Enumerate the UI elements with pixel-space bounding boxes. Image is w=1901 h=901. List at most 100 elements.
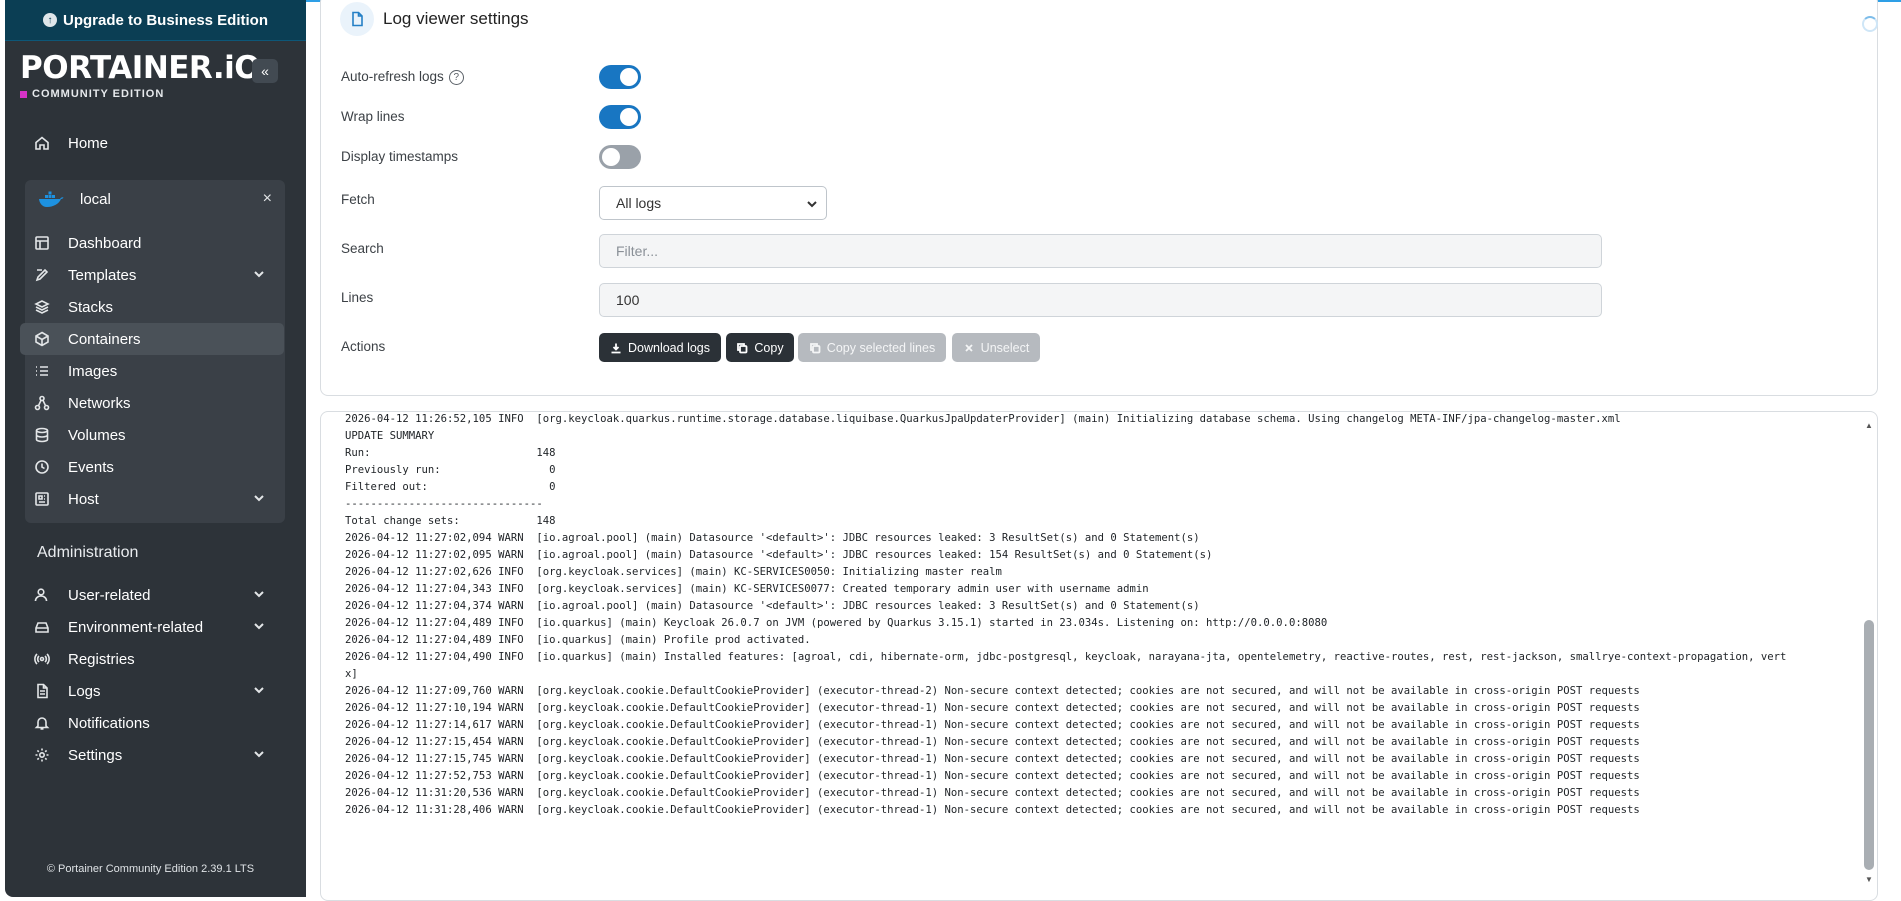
arrow-up-circle-icon: ↑	[42, 13, 57, 27]
sidebar-item-notifications[interactable]: Notifications	[20, 707, 284, 739]
wrap-lines-label: Wrap lines	[341, 109, 405, 124]
sidebar-item-label: Containers	[68, 330, 141, 348]
upgrade-label: Upgrade to Business Edition	[62, 11, 269, 29]
unselect-label: Unselect	[980, 340, 1030, 355]
lines-input[interactable]: 100	[599, 283, 1602, 317]
close-environment-icon[interactable]: ×	[263, 190, 272, 208]
log-line[interactable]: 2026-04-12 11:27:15,454 WARN [org.keyclo…	[345, 734, 1830, 751]
logs-icon	[33, 682, 51, 700]
scroll-down-icon[interactable]: ▼	[1864, 875, 1874, 885]
stacks-icon	[33, 298, 51, 316]
sidebar-item-images[interactable]: Images	[20, 355, 284, 387]
log-line[interactable]: x]	[345, 666, 1830, 683]
log-settings-card	[320, 0, 1878, 396]
log-line[interactable]: 2026-04-12 11:27:15,745 WARN [org.keyclo…	[345, 751, 1830, 768]
log-line[interactable]: 2026-04-12 11:31:20,536 WARN [org.keyclo…	[345, 785, 1830, 802]
file-icon	[340, 2, 374, 36]
sidebar-item-label: Environment-related	[68, 618, 204, 636]
lines-label: Lines	[341, 290, 374, 305]
sidebar-item-host[interactable]: Host	[20, 483, 284, 515]
portainer-logo[interactable]: PORTAINER.iO COMMUNITY EDITION	[20, 50, 261, 100]
containers-icon	[33, 330, 51, 348]
host-icon	[33, 490, 51, 508]
log-line[interactable]: 2026-04-12 11:27:02,095 WARN [io.agroal.…	[345, 547, 1830, 564]
bell-icon	[33, 714, 51, 732]
sidebar-item-logs[interactable]: Logs	[20, 675, 284, 707]
sidebar-item-home[interactable]: Home	[20, 127, 284, 159]
scroll-up-icon[interactable]: ▲	[1864, 421, 1874, 431]
chevron-down-icon	[806, 197, 818, 209]
chevron-down-icon	[252, 491, 266, 505]
auto-refresh-label: Auto-refresh logs?	[341, 69, 464, 85]
fetch-selected-value: All logs	[616, 195, 662, 211]
sidebar-item-settings[interactable]: Settings	[20, 739, 284, 771]
log-line[interactable]: 2026-04-12 11:26:52,105 INFO [org.keyclo…	[345, 411, 1830, 428]
sidebar-item-registries[interactable]: Registries	[20, 643, 284, 675]
log-line[interactable]: 2026-04-12 11:27:09,760 WARN [org.keyclo…	[345, 683, 1830, 700]
close-icon	[965, 343, 973, 352]
toggle-knob	[620, 108, 638, 126]
sidebar-item-label: Images	[68, 362, 118, 380]
log-line[interactable]: 2026-04-12 11:27:52,753 WARN [org.keyclo…	[345, 768, 1830, 785]
unselect-button[interactable]: Unselect	[952, 333, 1040, 362]
copy-button[interactable]: Copy	[726, 333, 794, 362]
log-line[interactable]: Run: 148	[345, 445, 1830, 462]
sidebar-item-stacks[interactable]: Stacks	[20, 291, 284, 323]
sidebar-item-label: Home	[68, 134, 109, 152]
auto-refresh-toggle[interactable]	[599, 65, 641, 89]
sidebar-item-label: User-related	[68, 586, 151, 604]
log-line[interactable]: 2026-04-12 11:31:28,406 WARN [org.keyclo…	[345, 802, 1830, 819]
search-input[interactable]: Filter...	[599, 234, 1602, 268]
log-line[interactable]: 2026-04-12 11:27:02,626 INFO [org.keyclo…	[345, 564, 1830, 581]
environment-icon	[33, 618, 51, 636]
copy-selected-lines-button[interactable]: Copy selected lines	[798, 333, 946, 362]
sidebar-item-containers[interactable]: Containers	[20, 323, 284, 355]
download-icon	[611, 343, 621, 353]
log-lines[interactable]: 2026-04-12 11:26:52,105 INFO [org.keyclo…	[345, 411, 1830, 831]
loading-spinner-icon	[1862, 16, 1878, 32]
wrap-lines-toggle[interactable]	[599, 105, 641, 129]
log-line[interactable]: 2026-04-12 11:27:04,343 INFO [org.keyclo…	[345, 581, 1830, 598]
log-line[interactable]: 2026-04-12 11:27:02,094 WARN [io.agroal.…	[345, 530, 1830, 547]
download-logs-button[interactable]: Download logs	[599, 333, 721, 362]
registries-icon	[33, 650, 51, 668]
sidebar-item-templates[interactable]: Templates	[20, 259, 284, 291]
environment-header[interactable]: local ×	[25, 180, 285, 218]
log-line[interactable]: Previously run: 0	[345, 462, 1830, 479]
templates-icon	[33, 266, 51, 284]
log-line[interactable]: Total change sets: 148	[345, 513, 1830, 530]
card-title: Log viewer settings	[383, 9, 529, 28]
upgrade-banner[interactable]: ↑ Upgrade to Business Edition	[5, 0, 306, 41]
log-line[interactable]: UPDATE SUMMARY	[345, 428, 1830, 445]
environment-name: local	[80, 190, 111, 208]
sidebar-item-label: Settings	[68, 746, 123, 764]
sidebar-item-networks[interactable]: Networks	[20, 387, 284, 419]
log-line[interactable]: -------------------------------	[345, 496, 1830, 513]
log-line[interactable]: Filtered out: 0	[345, 479, 1830, 496]
log-line[interactable]: 2026-04-12 11:27:04,489 INFO [io.quarkus…	[345, 632, 1830, 649]
log-line[interactable]: 2026-04-12 11:27:10,194 WARN [org.keyclo…	[345, 700, 1830, 717]
log-line[interactable]: 2026-04-12 11:27:04,490 INFO [io.quarkus…	[345, 649, 1830, 666]
search-label: Search	[341, 241, 384, 256]
sidebar-item-label: Events	[68, 458, 114, 476]
events-icon	[33, 458, 51, 476]
brand-name: PORTAINER.iO	[20, 50, 261, 86]
sidebar-item-user-related[interactable]: User-related	[20, 579, 284, 611]
sidebar-item-environment-related[interactable]: Environment-related	[20, 611, 284, 643]
log-line[interactable]: 2026-04-12 11:27:14,617 WARN [org.keyclo…	[345, 717, 1830, 734]
timestamps-toggle[interactable]	[599, 145, 641, 169]
log-scrollbar-thumb[interactable]	[1864, 620, 1874, 870]
log-line[interactable]: 2026-04-12 11:27:04,489 INFO [io.quarkus…	[345, 615, 1830, 632]
sidebar-item-volumes[interactable]: Volumes	[20, 419, 284, 451]
chevron-down-icon	[252, 587, 266, 601]
sidebar-item-dashboard[interactable]: Dashboard	[20, 227, 284, 259]
copy-selected-label: Copy selected lines	[826, 340, 936, 355]
sidebar-item-label: Volumes	[68, 426, 126, 444]
log-line[interactable]: 2026-04-12 11:27:04,374 WARN [io.agroal.…	[345, 598, 1830, 615]
sidebar-item-label: Networks	[68, 394, 131, 412]
fetch-select[interactable]: All logs	[599, 186, 827, 220]
collapse-sidebar-button[interactable]: «	[252, 59, 278, 83]
help-icon[interactable]: ?	[448, 70, 464, 85]
sidebar-item-events[interactable]: Events	[20, 451, 284, 483]
sidebar-item-label: Logs	[68, 682, 101, 700]
